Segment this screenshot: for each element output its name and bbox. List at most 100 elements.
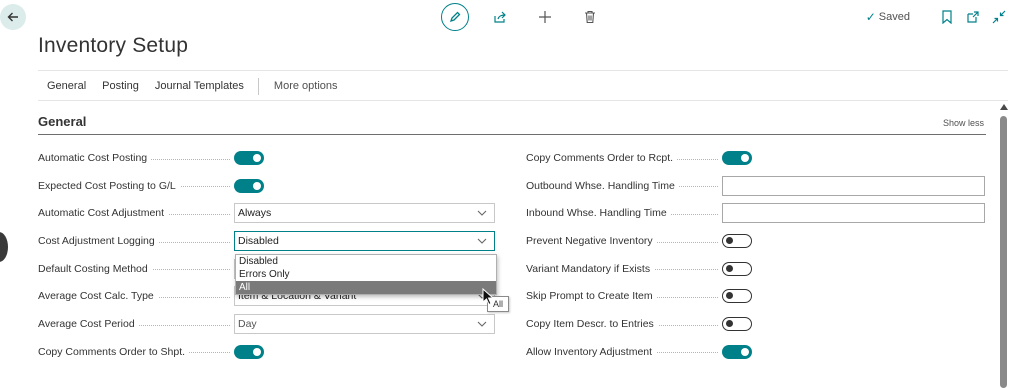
scroll-up-arrow-icon[interactable] [1000,104,1008,110]
select-value: Disabled [238,234,279,247]
divider [257,77,259,95]
share-icon [494,11,506,23]
side-panel-handle[interactable] [0,232,8,262]
delete-button[interactable] [576,3,604,31]
toggle-knob [726,319,733,327]
collapse-icon [992,10,1006,24]
collapse-button[interactable] [988,6,1010,28]
field-control [722,344,752,359]
field-control [722,150,752,165]
toggle-knob [726,264,733,272]
more-options-button[interactable]: More options [266,80,346,92]
field-row-variant-mandatory-if-exists: Variant Mandatory if Exists [526,255,986,283]
field-label: Skip Prompt to Create Item [526,290,722,303]
select-value: Always [238,207,272,220]
arrow-left-icon [7,12,18,22]
field-row-outbound-whse-handling-time: Outbound Whse. Handling Time [526,172,986,200]
field-label: Copy Item Descr. to Entries [526,317,722,330]
automatic-cost-adjustment-select[interactable]: Always [234,203,495,224]
allow-inventory-adjustment-toggle[interactable] [722,344,752,359]
field-row-copy-item-descr-to-entries: Copy Item Descr. to Entries [526,310,986,338]
field-control: Disabled [234,230,495,251]
field-label: Expected Cost Posting to G/L [38,179,234,192]
field-label: Average Cost Calc. Type [38,290,234,303]
variant-mandatory-if-exists-toggle[interactable] [722,261,752,276]
chevron-down-icon [477,238,487,244]
toggle-knob [741,153,749,162]
scroll-thumb[interactable] [1000,116,1007,388]
plus-icon [539,11,551,23]
divider [38,100,1008,101]
save-status: ✓ Saved [865,10,910,24]
toggle-knob [253,347,261,356]
toggle-knob [741,347,749,356]
field-label: Automatic Cost Adjustment [38,207,234,220]
pencil-icon [449,11,461,23]
field-control [234,344,264,359]
outbound-whse-handling-time-input[interactable] [722,175,985,196]
dropdown-option[interactable]: Disabled [236,255,496,268]
dropdown-option-highlighted[interactable]: All [236,281,496,294]
open-new-window-button[interactable] [962,6,984,28]
field-row-cost-adjustment-logging: Cost Adjustment Logging Disabled [38,227,496,255]
right-field-column: Copy Comments Order to Rcpt. Outbound Whs… [526,144,986,366]
field-label: Allow Inventory Adjustment [526,345,722,358]
average-cost-period-select[interactable]: Day [234,313,495,334]
action-toolbar [441,3,604,31]
check-icon: ✓ [865,10,876,24]
field-label: Variant Mandatory if Exists [526,262,722,275]
automatic-cost-posting-toggle[interactable] [234,150,264,165]
page-title: Inventory Setup [38,34,189,57]
trash-icon [585,10,595,24]
field-control [722,233,752,248]
new-button[interactable] [531,3,559,31]
field-row-inbound-whse-handling-time: Inbound Whse. Handling Time [526,199,986,227]
back-button[interactable] [0,4,26,30]
skip-prompt-to-create-item-toggle[interactable] [722,289,752,304]
inbound-whse-handling-time-input[interactable] [722,203,985,224]
field-label: Average Cost Period [38,317,234,330]
cost-adjustment-logging-dropdown: Disabled Errors Only All [235,254,497,295]
expected-cost-posting-to-g-l-toggle[interactable] [234,178,264,193]
field-row-automatic-cost-adjustment: Automatic Cost Adjustment Always [38,199,496,227]
tab-posting[interactable]: Posting [94,80,147,92]
copy-comments-order-to-shpt-toggle[interactable] [234,344,264,359]
chevron-down-icon [477,321,487,327]
page-actions: ✓ Saved [866,6,1010,28]
field-control: Day [234,313,495,334]
divider [38,70,1008,71]
prevent-negative-inventory-toggle[interactable] [722,233,752,248]
field-row-copy-comments-order-to-rcpt: Copy Comments Order to Rcpt. [526,144,986,172]
toggle-knob [726,292,733,300]
dropdown-option[interactable]: Errors Only [236,268,496,281]
scrollbar[interactable] [999,104,1008,388]
cost-adjustment-logging-select[interactable]: Disabled [234,230,495,251]
field-row-expected-cost-posting-to-g-l: Expected Cost Posting to G/L [38,172,496,200]
toggle-knob [726,236,733,244]
bookmark-button[interactable] [936,6,958,28]
action-tabs: General Posting Journal Templates More o… [38,73,346,99]
copy-comments-order-to-rcpt-toggle[interactable] [722,150,752,165]
field-control [234,178,264,193]
tab-general[interactable]: General [38,80,94,92]
field-control [722,289,752,304]
select-value: Day [238,317,257,330]
field-label: Outbound Whse. Handling Time [526,179,722,192]
copy-item-descr-to-entries-toggle[interactable] [722,316,752,331]
field-row-allow-inventory-adjustment: Allow Inventory Adjustment [526,338,986,366]
field-row-copy-comments-order-to-shpt: Copy Comments Order to Shpt. [38,338,496,366]
bookmark-icon [942,10,952,24]
field-row-average-cost-period: Average Cost Period Day [38,310,496,338]
section-title[interactable]: General [38,114,86,129]
tab-journal-templates[interactable]: Journal Templates [147,80,252,92]
field-label: Default Costing Method [38,262,234,275]
field-row-automatic-cost-posting: Automatic Cost Posting [38,144,496,172]
field-control [722,203,985,224]
show-less-link[interactable]: Show less [943,118,984,128]
field-control [234,150,264,165]
field-label: Prevent Negative Inventory [526,234,722,247]
edit-button[interactable] [441,3,469,31]
share-button[interactable] [486,3,514,31]
field-control [722,261,752,276]
mouse-cursor-icon [482,288,494,306]
